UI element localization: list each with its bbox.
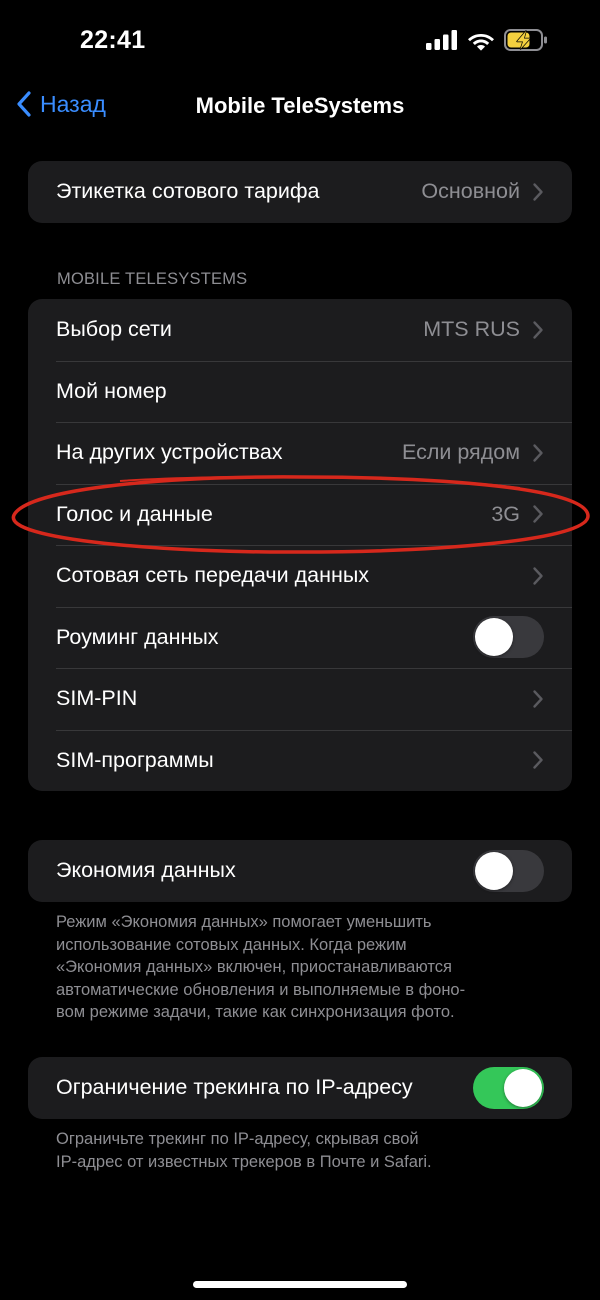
low-data-group: Экономия данных bbox=[28, 840, 572, 902]
chevron-right-icon bbox=[532, 443, 544, 463]
ip-tracking-group: Ограничение трекинга по IP-адресу bbox=[28, 1057, 572, 1119]
footer-line: использование сотовых данных. Когда режи… bbox=[56, 935, 407, 954]
status-icons bbox=[426, 28, 548, 52]
footer-line: Режим «Экономия данных» помогает уменьши… bbox=[56, 913, 432, 931]
row-label: Сотовая сеть передачи данных bbox=[56, 563, 370, 588]
ip-tracking-toggle[interactable] bbox=[473, 1066, 544, 1109]
low-data-toggle[interactable] bbox=[473, 849, 544, 892]
battery-charging-icon bbox=[504, 29, 547, 51]
footer-line: «Экономия данных» включен, приостанавлив… bbox=[56, 958, 452, 976]
navigation-bar: Назад Mobile TeleSystems bbox=[0, 76, 600, 136]
row-label: Роуминг данных bbox=[56, 624, 219, 649]
row-data-roaming: Роуминг данных bbox=[28, 606, 572, 669]
chevron-right-icon bbox=[532, 750, 544, 770]
plan-label-group: Этикетка сотового тарифа Основной bbox=[28, 161, 572, 223]
page-title: Mobile TeleSystems bbox=[195, 93, 405, 118]
row-label: Выбор сети bbox=[56, 317, 172, 342]
row-my-number[interactable]: Мой номер bbox=[28, 360, 572, 423]
home-indicator bbox=[193, 1281, 407, 1288]
toggle-knob bbox=[475, 851, 513, 890]
toggle-knob bbox=[475, 618, 513, 657]
row-value: MTS RUS bbox=[423, 317, 520, 342]
row-value: Если рядом bbox=[401, 440, 520, 465]
chevron-right-icon bbox=[532, 182, 544, 202]
chevron-right-icon bbox=[532, 320, 544, 340]
footer-line: Ограничьте трекинг по IP-адресу, скрывая… bbox=[56, 1130, 419, 1148]
toggle-knob bbox=[504, 1068, 542, 1107]
row-voice-and-data[interactable]: Голос и данные 3G bbox=[28, 483, 572, 546]
row-label: На других устройствах bbox=[56, 440, 283, 465]
status-bar: 22:41 bbox=[0, 0, 600, 80]
row-sim-pin[interactable]: SIM-PIN bbox=[28, 668, 572, 730]
row-label: Этикетка сотового тарифа bbox=[56, 179, 320, 204]
chevron-right-icon bbox=[532, 689, 544, 709]
footer-line: автоматические обновления и выполняемые … bbox=[56, 980, 466, 999]
row-label: SIM-PIN bbox=[56, 686, 138, 711]
row-label: Мой номер bbox=[56, 378, 167, 403]
carrier-settings-group: Выбор сети MTS RUS Мой номер На других у… bbox=[28, 299, 572, 791]
cellular-signal-icon bbox=[426, 30, 457, 50]
data-roaming-toggle[interactable] bbox=[473, 616, 544, 659]
low-data-footer: Режим «Экономия данных» помогает уменьши… bbox=[56, 911, 546, 1024]
row-label: Экономия данных bbox=[56, 858, 236, 883]
row-value: Основной bbox=[421, 179, 520, 204]
footer-line: IP-адрес от известных трекеров в Почте и… bbox=[56, 1152, 432, 1171]
row-label: SIM-программы bbox=[56, 747, 214, 772]
row-other-devices[interactable]: На других устройствах Если рядом bbox=[28, 422, 572, 484]
chevron-right-icon bbox=[532, 504, 544, 524]
row-plan-label[interactable]: Этикетка сотового тарифа Основной bbox=[28, 161, 572, 223]
row-label: Ограничение трекинга по IP-адресу bbox=[56, 1075, 413, 1100]
row-value: 3G bbox=[491, 501, 520, 526]
row-cellular-data-network[interactable]: Сотовая сеть передачи данных bbox=[28, 545, 572, 607]
section-header-carrier: MOBILE TELESYSTEMS bbox=[57, 270, 248, 288]
row-sim-applications[interactable]: SIM-программы bbox=[28, 729, 572, 792]
row-limit-ip-tracking: Ограничение трекинга по IP-адресу bbox=[28, 1057, 572, 1119]
status-time: 22:41 bbox=[80, 26, 146, 54]
wifi-icon bbox=[468, 33, 494, 51]
footer-line: вом режиме задачи, такие как синхронизац… bbox=[56, 1003, 455, 1021]
row-label: Голос и данные bbox=[56, 501, 213, 526]
chevron-right-icon bbox=[532, 566, 544, 586]
ip-tracking-footer: Ограничьте трекинг по IP-адресу, скрывая… bbox=[56, 1128, 546, 1173]
row-low-data-mode: Экономия данных bbox=[28, 840, 572, 902]
row-network-selection[interactable]: Выбор сети MTS RUS bbox=[28, 299, 572, 361]
